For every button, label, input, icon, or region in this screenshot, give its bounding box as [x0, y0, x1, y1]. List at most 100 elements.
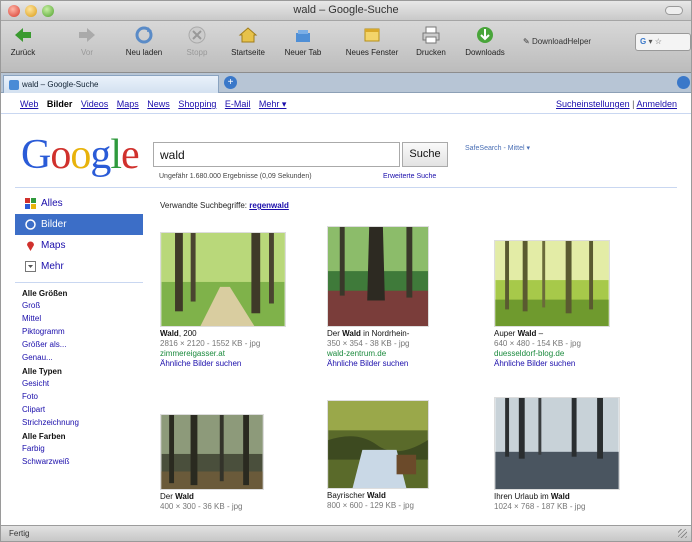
back-button[interactable]: Zurück — [7, 25, 39, 57]
filter-size-medium[interactable]: Mittel — [22, 314, 143, 323]
filter-type-lineart[interactable]: Strichzeichnung — [22, 418, 143, 427]
search-input[interactable]: wald — [153, 142, 400, 167]
gnav-more[interactable]: Mehr ▾ — [259, 99, 287, 109]
sidebar-divider — [15, 282, 143, 283]
result-title[interactable]: Ihren Urlaub im Wald — [494, 492, 624, 502]
downloadhelper-button[interactable]: ✎ DownloadHelper — [523, 37, 591, 46]
images-icon — [25, 219, 36, 230]
filter-size-larger-than[interactable]: Größer als... — [22, 340, 143, 349]
result-site[interactable]: wald-zentrum.de — [327, 349, 457, 359]
forward-button[interactable]: Vor — [71, 25, 103, 57]
result-thumbnail[interactable] — [494, 397, 620, 490]
sidebar: Alles Bilder Maps Mehr Alle Größen Groß … — [15, 193, 143, 470]
tab-overflow-button[interactable] — [677, 76, 690, 89]
related-searches: Verwandte Suchbegriffe: regenwald — [160, 201, 289, 210]
filter-color-color[interactable]: Farbig — [22, 444, 143, 453]
downloads-button[interactable]: Downloads — [459, 25, 511, 57]
reload-icon — [135, 26, 153, 44]
image-result: Der Wald 400 × 300 - 36 KB - jpg — [160, 414, 290, 512]
filter-size-icon[interactable]: Piktogramm — [22, 327, 143, 336]
result-site[interactable]: zimmereigasser.at — [160, 349, 290, 359]
filter-type-face[interactable]: Gesicht — [22, 379, 143, 388]
tab-bar: wald – Google-Suche + — [1, 73, 691, 93]
new-tab-icon — [296, 30, 310, 42]
filter-color-bw[interactable]: Schwarzweiß — [22, 457, 143, 466]
title-bar: wald – Google-Suche — [1, 1, 691, 21]
home-button[interactable]: Startseite — [225, 25, 271, 57]
more-icon — [25, 261, 36, 272]
tab-active[interactable]: wald – Google-Suche — [3, 75, 219, 93]
reload-button[interactable]: Neu laden — [119, 25, 169, 57]
gnav-bilder: Bilder — [46, 99, 73, 109]
new-tab-plus-button[interactable]: + — [224, 76, 237, 89]
map-pin-icon — [27, 241, 34, 251]
search-button[interactable]: Suche — [402, 142, 448, 167]
similar-images-link[interactable]: Ähnliche Bilder suchen — [160, 359, 290, 369]
google-search-box[interactable]: G ▾ ☆ — [635, 33, 691, 51]
new-window-button[interactable]: Neues Fenster — [337, 25, 407, 57]
search-settings-link[interactable]: Sucheinstellungen — [556, 99, 630, 109]
image-result: Auper Wald – 640 × 480 - 154 KB - jpg du… — [494, 240, 624, 369]
filter-size-large[interactable]: Groß — [22, 301, 143, 310]
downloads-icon — [477, 27, 493, 43]
result-stats: Ungefähr 1.680.000 Ergebnisse (0,09 Seku… — [159, 173, 312, 180]
all-results-icon — [25, 198, 36, 209]
gnav-maps[interactable]: Maps — [117, 99, 139, 109]
filter-type-photo[interactable]: Foto — [22, 392, 143, 401]
result-title[interactable]: Bayrischer Wald — [327, 491, 457, 501]
filter-all-colors[interactable]: Alle Farben — [22, 432, 143, 441]
google-nav-bar: Web Bilder Videos Maps News Shopping E-M… — [1, 96, 691, 114]
result-thumbnail[interactable] — [494, 240, 610, 327]
sidebar-item-bilder[interactable]: Bilder — [15, 214, 143, 235]
image-result: Wald, 200 2816 × 2120 - 1552 KB - jpg zi… — [160, 232, 290, 369]
stop-button[interactable]: Stopp — [179, 25, 215, 57]
result-meta: 1024 × 768 - 187 KB - jpg — [494, 502, 586, 511]
gnav-web[interactable]: Web — [20, 99, 38, 109]
new-tab-button[interactable]: Neuer Tab — [279, 25, 327, 57]
result-title[interactable]: Der Wald in Nordrhein- — [327, 329, 457, 339]
sidebar-item-maps[interactable]: Maps — [15, 235, 143, 256]
google-logo[interactable]: Google — [21, 131, 140, 179]
filter-size-exact[interactable]: Genau... — [22, 353, 143, 362]
sidebar-item-alles[interactable]: Alles — [15, 193, 143, 214]
similar-images-link[interactable]: Ähnliche Bilder suchen — [327, 359, 457, 369]
result-thumbnail[interactable] — [160, 232, 286, 327]
new-window-icon — [364, 28, 380, 42]
gnav-videos[interactable]: Videos — [81, 99, 108, 109]
filter-all-sizes[interactable]: Alle Größen — [22, 289, 143, 298]
safesearch-dropdown[interactable]: SafeSearch - Mittel ▾ — [465, 144, 530, 152]
result-thumbnail[interactable] — [160, 414, 264, 490]
result-thumbnail[interactable] — [327, 226, 429, 327]
divider — [15, 187, 677, 188]
browser-toolbar: Zurück Vor Neu laden Stopp Startseite Ne… — [1, 21, 691, 73]
result-meta: 640 × 480 - 154 KB - jpg — [494, 339, 581, 348]
print-icon — [422, 26, 440, 44]
gnav-news[interactable]: News — [147, 99, 170, 109]
print-button[interactable]: Drucken — [411, 25, 451, 57]
google-g-icon: G — [640, 37, 647, 46]
gnav-shopping[interactable]: Shopping — [178, 99, 216, 109]
related-term-link[interactable]: regenwald — [249, 201, 289, 210]
gnav-email[interactable]: E-Mail — [225, 99, 251, 109]
window-title: wald – Google-Suche — [293, 4, 399, 16]
toolbar-toggle-button[interactable] — [665, 6, 683, 15]
sidebar-item-mehr[interactable]: Mehr — [15, 256, 143, 277]
filter-all-types[interactable]: Alle Typen — [22, 367, 143, 376]
result-title[interactable]: Wald, 200 — [160, 329, 290, 339]
resize-handle[interactable] — [678, 529, 687, 538]
star-icon: ▾ ☆ — [648, 37, 662, 46]
sign-in-link[interactable]: Anmelden — [636, 99, 677, 109]
status-bar: Fertig — [1, 525, 691, 541]
home-icon — [238, 27, 258, 43]
result-site[interactable]: duesseldorf-blog.de — [494, 349, 624, 359]
favicon-icon — [9, 80, 19, 90]
similar-images-link[interactable]: Ähnliche Bilder suchen — [494, 359, 624, 369]
advanced-search-link[interactable]: Erweiterte Suche — [383, 173, 436, 180]
result-title[interactable]: Auper Wald – — [494, 329, 624, 339]
browser-window: wald – Google-Suche Zurück Vor Neu laden… — [0, 0, 692, 542]
nav-separator: | — [632, 99, 635, 109]
filter-type-clipart[interactable]: Clipart — [22, 405, 143, 414]
result-thumbnail[interactable] — [327, 400, 429, 489]
back-arrow-icon — [15, 28, 31, 42]
result-title[interactable]: Der Wald — [160, 492, 290, 502]
